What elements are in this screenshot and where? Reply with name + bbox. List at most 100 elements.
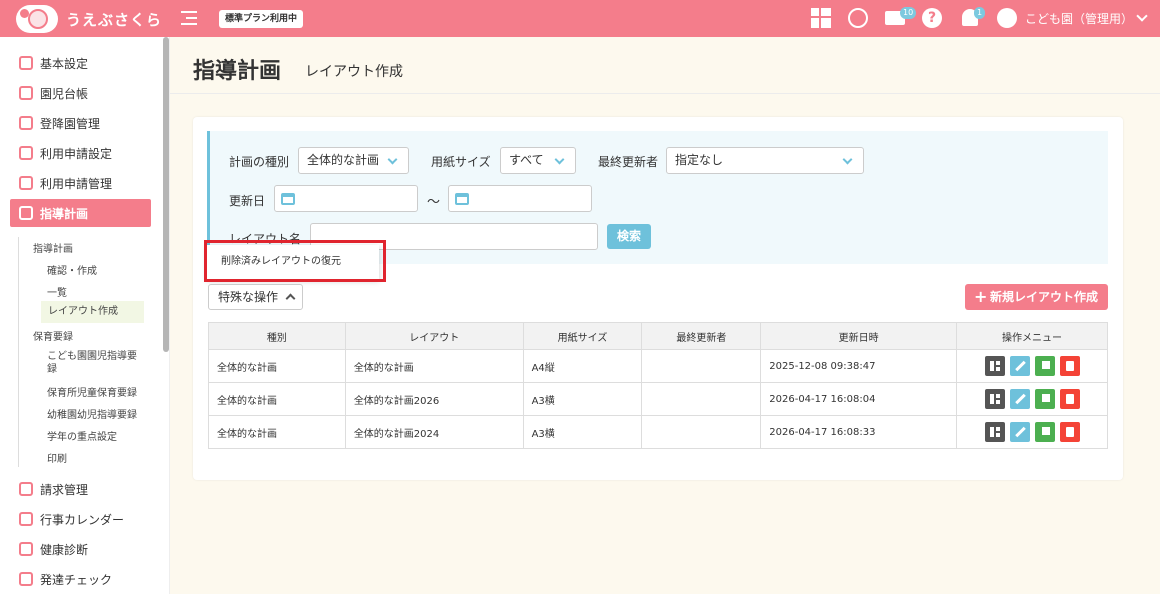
sidebar-item-label: 利用申請管理: [40, 176, 113, 191]
column-header-updated-at: 更新日時: [760, 322, 958, 350]
chevron-down-icon[interactable]: [1136, 10, 1148, 22]
subnav-item-nursery-record[interactable]: 保育所児童保育要録: [47, 384, 137, 399]
sidebar-item-event-calendar[interactable]: 行事カレンダー: [10, 505, 151, 533]
menu-toggle-icon[interactable]: [181, 9, 197, 27]
cell-paper-size: A4縦: [522, 349, 643, 383]
sidebar-item-label: 基本設定: [40, 56, 89, 71]
sidebar-item-label: 発達チェック: [40, 572, 113, 587]
app-name: うえぶさくら: [66, 10, 163, 29]
cell-layout: 全体的な計画2026: [344, 382, 524, 416]
sidebar-item-basic-settings[interactable]: 基本設定: [10, 49, 151, 77]
row-action-group: [957, 389, 1107, 409]
subnav-group-guidance-plan[interactable]: 指導計画: [33, 240, 73, 255]
help-icon[interactable]: ?: [922, 8, 942, 28]
special-ops-button[interactable]: 特殊な操作: [208, 284, 303, 310]
user-avatar-icon[interactable]: [997, 8, 1017, 28]
cell-actions: [956, 415, 1108, 449]
subnav-item-layout-create[interactable]: レイアウト作成: [41, 301, 144, 323]
title-divider: [170, 93, 1160, 94]
date-to-input[interactable]: [448, 185, 592, 212]
column-header-actions: 操作メニュー: [956, 322, 1108, 350]
sidebar-item-health-check[interactable]: 健康診断: [10, 535, 151, 563]
updater-label: 最終更新者: [598, 155, 659, 169]
subnav-item-grade-focus[interactable]: 学年の重点設定: [47, 428, 117, 443]
subnav-item-kindergarten-record[interactable]: 幼稚園幼児指導要録: [47, 406, 137, 421]
calendar-icon: [455, 193, 469, 205]
school-icon: [19, 116, 33, 130]
cell-layout: 全体的な計画2024: [344, 415, 524, 449]
subnav-item-confirm-create[interactable]: 確認・作成: [47, 262, 97, 277]
updater-select[interactable]: 指定なし: [666, 147, 864, 174]
smile-icon[interactable]: [848, 8, 868, 28]
row-action-group: [957, 356, 1107, 376]
paper-size-select[interactable]: すべて: [500, 147, 576, 174]
date-from-input[interactable]: [274, 185, 418, 212]
cell-actions: [956, 349, 1108, 383]
cell-updater: [641, 382, 762, 416]
calendar-icon: [281, 193, 295, 205]
sidebar-scrollbar[interactable]: [163, 37, 169, 352]
sidebar-item-label: 登降園管理: [40, 116, 101, 131]
edit-pencil-icon[interactable]: [1009, 356, 1030, 376]
calendar-icon: [19, 176, 33, 190]
paper-size-label: 用紙サイズ: [431, 155, 491, 169]
logo-mark-icon: [16, 5, 58, 33]
stethoscope-icon: [19, 542, 33, 556]
sidebar-item-child-register[interactable]: 園児台帳: [10, 79, 151, 107]
plan-type-label: 計画の種別: [229, 155, 290, 169]
chevron-down-icon: [554, 154, 565, 165]
cell-updated-at: 2025-12-08 09:38:47: [760, 349, 958, 383]
trash-icon[interactable]: [1059, 389, 1080, 409]
sidebar-item-label: 指導計画: [40, 206, 89, 221]
table-row: 全体的な計画 全体的な計画2024 A3横 2026-04-17 16:08:3…: [208, 415, 1108, 449]
table-row: 全体的な計画 全体的な計画2026 A3横 2026-04-17 16:08:0…: [208, 382, 1108, 416]
edit-pencil-icon[interactable]: [1009, 422, 1030, 442]
sidebar-item-billing[interactable]: 請求管理: [10, 475, 151, 503]
layout-grid-icon[interactable]: [984, 389, 1005, 409]
sidebar-item-application-settings[interactable]: 利用申請設定: [10, 139, 151, 167]
chevron-down-icon: [842, 154, 853, 165]
sidebar-item-label: 健康診断: [40, 542, 89, 557]
cell-type: 全体的な計画: [208, 382, 346, 416]
sidebar-item-application-management[interactable]: 利用申請管理: [10, 169, 151, 197]
dashboard-grid-icon[interactable]: [811, 8, 831, 28]
sidebar-item-guidance-plan[interactable]: 指導計画: [10, 199, 151, 227]
chevron-up-icon: [285, 293, 296, 304]
user-name[interactable]: こども園（管理用）: [1025, 10, 1133, 27]
app-logo[interactable]: うえぶさくら: [16, 5, 162, 33]
copy-icon[interactable]: [1034, 356, 1055, 376]
plus-icon: +: [974, 287, 988, 306]
sidebar-item-label: 利用申請設定: [40, 146, 113, 161]
column-header-paper-size: 用紙サイズ: [522, 322, 643, 350]
child-face-icon: [19, 86, 33, 100]
table-row: 全体的な計画 全体的な計画 A4縦 2025-12-08 09:38:47: [208, 349, 1108, 383]
trash-icon[interactable]: [1059, 356, 1080, 376]
subnav-item-kodomoen-record[interactable]: こども園園児指導要録: [47, 350, 142, 376]
subnav-item-list[interactable]: 一覧: [47, 284, 67, 299]
edit-pencil-icon[interactable]: [1009, 389, 1030, 409]
new-layout-label: 新規レイアウト作成: [990, 290, 1099, 304]
subnav-item-print[interactable]: 印刷: [47, 450, 67, 465]
plan-type-select[interactable]: 全体的な計画: [298, 147, 409, 174]
search-button[interactable]: 検索: [607, 224, 651, 249]
copy-icon[interactable]: [1034, 422, 1055, 442]
sidebar-item-attendance[interactable]: 登降園管理: [10, 109, 151, 137]
cell-updater: [641, 415, 762, 449]
layout-grid-icon[interactable]: [984, 422, 1005, 442]
new-layout-button[interactable]: + 新規レイアウト作成: [965, 284, 1108, 310]
notification-count-badge: 1: [974, 7, 986, 19]
sidebar-item-label: 請求管理: [40, 482, 89, 497]
checklist-icon: [19, 572, 33, 586]
chevron-down-icon: [387, 154, 398, 165]
layout-grid-icon[interactable]: [984, 356, 1005, 376]
sidebar-item-development-check[interactable]: 発達チェック: [10, 565, 151, 593]
column-header-type: 種別: [208, 322, 346, 350]
cell-paper-size: A3横: [522, 382, 643, 416]
trash-icon[interactable]: [1059, 422, 1080, 442]
date-range-separator: 〜: [427, 195, 441, 210]
top-bar: うえぶさくら 標準プラン利用中 10 ? 1 こども園（管理用）: [0, 0, 1160, 37]
cell-layout: 全体的な計画: [344, 349, 524, 383]
copy-icon[interactable]: [1034, 389, 1055, 409]
paper-size-value: すべて: [509, 153, 544, 167]
subnav-group-childcare-record[interactable]: 保育要録: [33, 328, 73, 343]
